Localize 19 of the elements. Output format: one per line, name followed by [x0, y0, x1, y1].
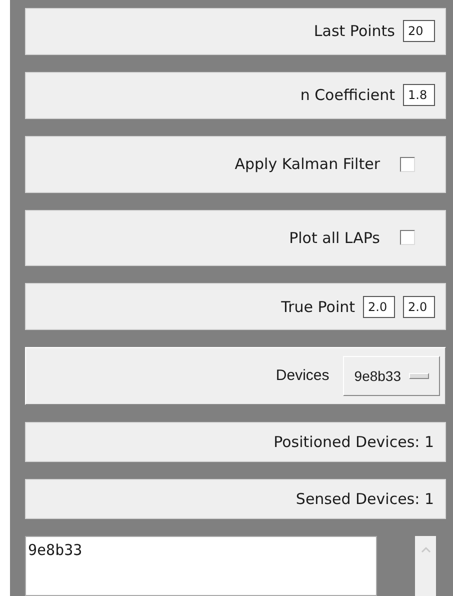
status-text: Positioned Devices: 1	[274, 432, 434, 451]
checkbox[interactable]	[400, 156, 415, 172]
checkbox[interactable]	[400, 230, 415, 246]
field-label: Plot all LAPs	[289, 228, 380, 247]
text-area[interactable]: 9e8b33	[25, 536, 377, 596]
dropdown-indicator-icon	[409, 372, 429, 379]
field-label: True Point	[281, 298, 355, 316]
field-label: Last Points	[314, 22, 395, 40]
field-label: Apply Kalman Filter	[234, 155, 380, 174]
number-field[interactable]: 2.0	[363, 296, 395, 318]
field-label: Devices	[276, 367, 330, 384]
caret-up-icon	[420, 546, 430, 553]
scrollbar[interactable]	[415, 536, 436, 596]
number-field[interactable]: 1.8	[403, 84, 435, 106]
field-label: n Coefficient	[300, 86, 395, 104]
status-text: Sensed Devices: 1	[296, 490, 434, 508]
number-field[interactable]: 20	[403, 20, 435, 42]
number-field[interactable]: 2.0	[403, 296, 435, 318]
device-dropdown[interactable]: 9e8b33	[343, 356, 440, 396]
